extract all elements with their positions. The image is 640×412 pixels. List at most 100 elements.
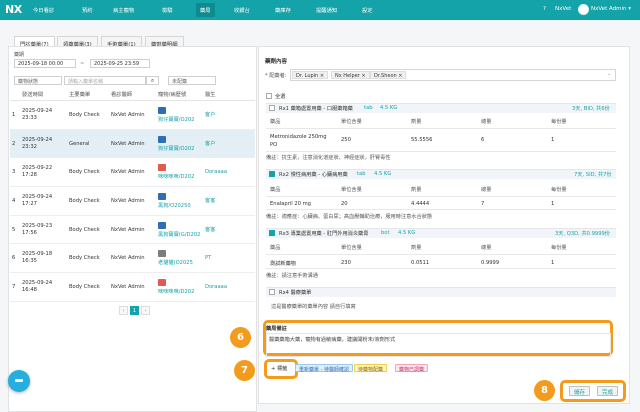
help-icon[interactable]: ?	[543, 6, 546, 12]
nav-appointments[interactable]: 預約	[82, 6, 93, 14]
pet-link[interactable]: 黑狗/O20250	[158, 202, 201, 209]
table-row[interactable]: 3 2025-09-22 17:28 Body Check NxVet Admin 咪咪…	[10, 157, 255, 188]
col-pet: 寵物/病歷號	[156, 88, 203, 101]
rx2-drug-name: Enalapril 20 mg	[270, 201, 311, 207]
pet-icon	[158, 278, 166, 286]
rx4-header	[266, 287, 616, 297]
chat-fab-button[interactable]	[8, 370, 30, 392]
pager-next[interactable]: ›	[141, 306, 150, 315]
row-time: 2025-09-24 23:32	[20, 129, 67, 159]
col-doctor: 看診醫師	[109, 88, 156, 101]
pet-link[interactable]: 黑狗寶寶(G/D202	[158, 231, 201, 238]
rx2-weight: 4.5 KG	[374, 171, 392, 177]
table-row[interactable]: 5 2025-09-23 17:56 Body Check NxVet Admin 黑狗…	[10, 215, 255, 245]
select-all-checkbox[interactable]	[266, 93, 272, 99]
rx1-weight: 4.5 KG	[380, 105, 398, 111]
pet-link[interactable]: 老貓貓(O2025	[158, 259, 201, 266]
pager-prev[interactable]: ‹	[119, 306, 128, 315]
add-tag-button[interactable]: + 標籤	[271, 365, 287, 372]
pet-icon	[158, 106, 166, 114]
type-select[interactable]: 未配藥	[168, 76, 216, 85]
brand-name: NxVet	[555, 6, 572, 12]
dispenser-chip[interactable]: Dr. Lupin ×	[292, 71, 329, 79]
done-button[interactable]: 完成	[597, 386, 619, 396]
orders-table: 發送時間 主要藥單 看診醫師 寵物/病歷號 醫生 1 2025-09-24 23:…	[10, 88, 255, 302]
chevron-down-icon[interactable]: ⌄	[607, 71, 611, 77]
row-vet[interactable]: 客客	[203, 186, 255, 216]
rx3-checkbox[interactable]	[269, 230, 275, 236]
tag-chip[interactable]: 待藥物配藥	[354, 364, 388, 373]
table-row[interactable]: 2 2025-09-24 23:32 General NxVet Admin 狗仔寶寶/…	[10, 129, 255, 159]
pet-link[interactable]: 咪咪咪咪/D202	[158, 173, 201, 180]
rx4-note: 這是醫療藥單的藥單內容 請自行填寫	[271, 304, 356, 310]
rx1-frequency[interactable]: 3天, BID, 共6份	[572, 105, 610, 112]
search-input[interactable]: 請輸入藥單名稱	[64, 76, 146, 85]
table-row[interactable]: 6 2025-09-18 16:35 Body Check NxVet Admin 老貓…	[10, 243, 255, 274]
rx2-form-tag: tab	[357, 171, 366, 177]
row-vet[interactable]: 客客	[203, 215, 255, 245]
pager-page-1[interactable]: 1	[130, 306, 139, 315]
pet-link[interactable]: 咪咪咪咪/D202	[158, 288, 201, 295]
table-row[interactable]: 4 2025-09-24 17:27 Body Check NxVet Admin 黑狗…	[10, 186, 255, 216]
row-vet[interactable]: Doraaaa	[203, 157, 255, 188]
row-number: 4	[10, 186, 20, 216]
nav-cashier[interactable]: 收銀台	[234, 6, 250, 14]
row-pet: 老貓貓(O2025	[156, 243, 203, 274]
row-time: 2025-09-24 23:33	[20, 100, 67, 130]
row-pet: 黑狗寶寶(G/D202	[156, 215, 203, 245]
rx2-frequency[interactable]: 7天, SID, 共7份	[574, 171, 612, 178]
nav-settings[interactable]: 設定	[362, 6, 373, 14]
date-from-input[interactable]: 2025-09-18 00:00	[14, 59, 76, 68]
save-button[interactable]: 儲存	[569, 386, 591, 396]
row-type: Body Check	[67, 243, 109, 274]
tag-chip[interactable]: 藥物已調藥	[395, 364, 429, 373]
col-vet: 醫生	[203, 88, 255, 101]
tag-chip[interactable]: 重新藥單 - 待醫師確認	[295, 364, 353, 373]
nav-inventory[interactable]: 藥庫存	[275, 6, 291, 14]
search-icon[interactable]: ⌕	[146, 76, 159, 85]
row-doctor: NxVet Admin	[109, 100, 156, 130]
table-row[interactable]: 7 2025-09-24 16:48 Body Check NxVet Admin 咪咪…	[10, 272, 255, 302]
row-vet[interactable]: 客户	[203, 100, 255, 130]
step-badge-6: 6	[230, 327, 251, 348]
row-number: 5	[10, 215, 20, 245]
nav-today[interactable]: 今日看診	[33, 6, 54, 14]
row-number: 3	[10, 157, 20, 188]
avatar[interactable]	[578, 4, 589, 15]
pet-link[interactable]: 狗仔寶寶/O202	[158, 145, 201, 152]
row-type: Body Check	[67, 157, 109, 188]
nav-owners-pets[interactable]: 病主寵物	[113, 6, 134, 14]
row-type: Body Check	[67, 186, 109, 216]
row-doctor: NxVet Admin	[109, 272, 156, 302]
status-select[interactable]: 藥物狀態	[14, 76, 62, 85]
nav-notifications[interactable]: 提醒通知	[316, 6, 337, 14]
row-doctor: NxVet Admin	[109, 243, 156, 274]
date-to-input[interactable]: 2025-09-25 23:59	[90, 59, 150, 68]
row-number: 6	[10, 243, 20, 274]
pet-link[interactable]: 狗仔寶寶/O202	[158, 116, 201, 123]
user-menu[interactable]: NxVet Admin ▾	[591, 6, 631, 12]
row-vet[interactable]: 客户	[203, 129, 255, 159]
row-time: 2025-09-18 16:35	[20, 243, 67, 274]
nav-lab[interactable]: 檢驗	[162, 6, 173, 14]
chat-icon	[15, 379, 23, 382]
rx3-frequency[interactable]: 3天, Q3D, 共0.9999份	[555, 230, 610, 237]
dispenser-chip[interactable]: Dr.Sheon ×	[370, 71, 407, 79]
row-vet[interactable]: PT	[203, 243, 255, 274]
row-doctor: NxVet Admin	[109, 215, 156, 245]
rx1-checkbox[interactable]	[269, 105, 275, 111]
table-row[interactable]: 1 2025-09-24 23:33 Body Check NxVet Admin 狗仔…	[10, 100, 255, 130]
nav-pharmacy[interactable]: 藥局	[196, 3, 215, 17]
date-separator: ~	[80, 61, 85, 67]
dispenser-chip[interactable]: Nx Helper ×	[331, 71, 370, 79]
rx3-note: 備註：請注意手術溝通	[266, 273, 318, 279]
rx1-note: 備註：抗生素，注意消化道症狀、神經症狀，肝腎毒性	[266, 155, 391, 161]
rx4-checkbox[interactable]	[269, 289, 275, 295]
dispenser-label: * 配藥者:	[265, 73, 287, 79]
rx2-checkbox[interactable]	[269, 171, 275, 177]
row-vet[interactable]: Doraaaa	[203, 272, 255, 302]
row-type: Body Check	[67, 100, 109, 130]
step-badge-8: 8	[534, 380, 555, 401]
app-logo[interactable]: NX	[5, 3, 22, 16]
step-badge-7: 7	[234, 360, 255, 381]
